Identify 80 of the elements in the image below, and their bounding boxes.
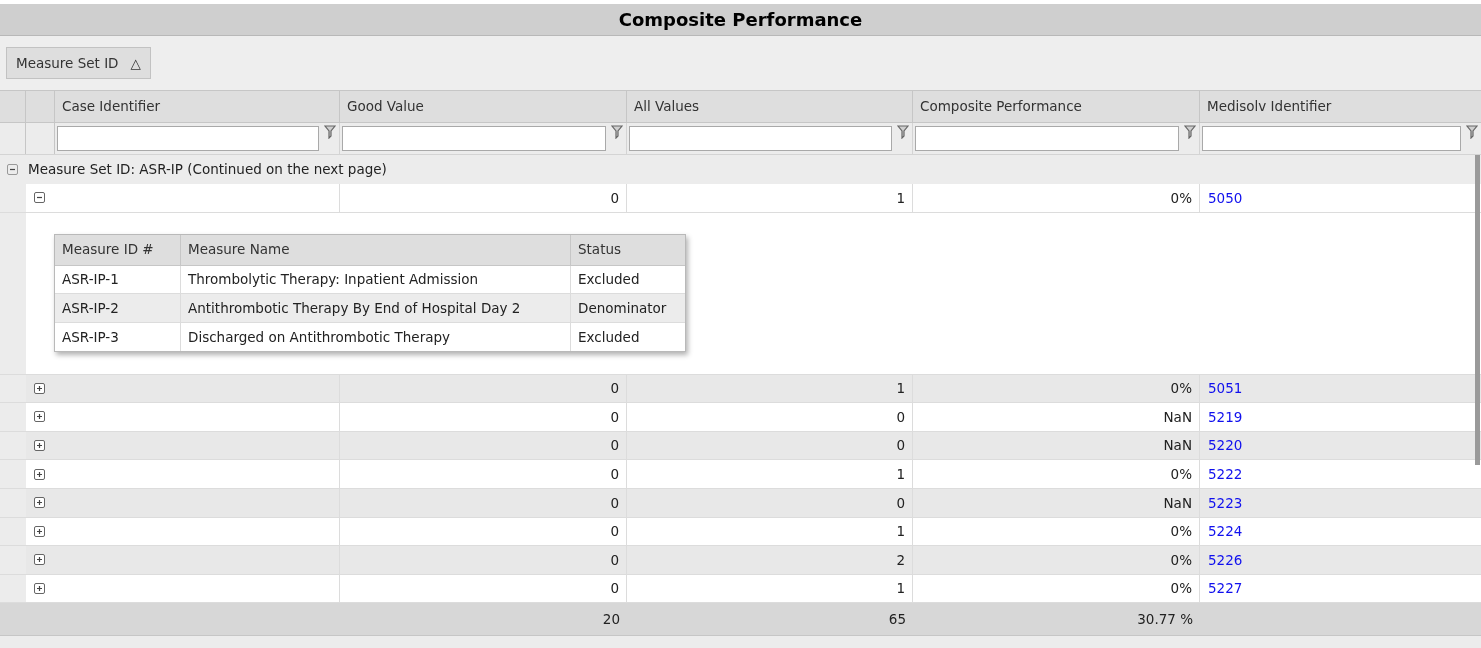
table-cell-text: Thrombolytic Therapy: Inpatient Admission: [188, 270, 479, 290]
column-header[interactable]: All Values: [634, 96, 700, 117]
identifier-link[interactable]: 5227: [1208, 578, 1243, 599]
table-cell-text: 0: [610, 465, 619, 485]
identifier-link[interactable]: 5223: [1208, 492, 1243, 513]
table-cell-text: 0: [610, 493, 619, 513]
total-cell-text: 20: [602, 610, 620, 630]
total-cell-text: 65: [888, 610, 906, 630]
filter-field[interactable]: [57, 126, 319, 151]
table-cell-text: 0%: [1170, 522, 1192, 542]
group-row-label: Measure Set ID: ASR-IP (Continued on the next page): [28, 160, 387, 180]
table-cell-text: 1: [896, 465, 905, 485]
table-cell-text: NaN: [1163, 493, 1192, 513]
column-header: Measure ID #: [62, 240, 154, 260]
collapse-icon[interactable]: [34, 192, 45, 204]
collapse-icon[interactable]: [7, 164, 18, 175]
table-cell-text: 0: [610, 188, 619, 208]
expand-icon[interactable]: [34, 497, 45, 509]
identifier-link[interactable]: 5050: [1208, 187, 1243, 208]
filter-field[interactable]: [342, 126, 606, 151]
table-cell-text: 0: [610, 550, 619, 570]
table-cell-text: 0%: [1170, 550, 1192, 570]
filter-icon[interactable]: [324, 125, 336, 139]
table-cell-text: 0: [610, 407, 619, 427]
table-cell-text: Excluded: [578, 327, 640, 347]
identifier-link[interactable]: 5219: [1208, 406, 1243, 428]
table-cell-text: ASR-IP-3: [62, 327, 119, 347]
identifier-link[interactable]: 5226: [1208, 549, 1243, 571]
table-cell-text: Excluded: [578, 270, 640, 290]
table-cell-text: ASR-IP-2: [62, 298, 119, 318]
identifier-link[interactable]: 5220: [1208, 435, 1243, 456]
table-cell-text: 0%: [1170, 188, 1192, 208]
filter-icon[interactable]: [611, 125, 623, 139]
column-header[interactable]: Medisolv Identifier: [1207, 96, 1332, 117]
table-cell-text: 0: [610, 379, 619, 399]
table-cell-text: 0: [896, 493, 905, 513]
table-cell-text: ASR-IP-1: [62, 270, 119, 290]
expand-icon[interactable]: [34, 583, 45, 595]
column-header[interactable]: Case Identifier: [62, 96, 161, 117]
table-cell-text: Discharged on Antithrombotic Therapy: [188, 327, 450, 347]
table-cell-text: 2: [896, 550, 905, 570]
group-by-button[interactable]: Measure Set ID △: [6, 47, 151, 79]
table-cell-text: Denominator: [578, 298, 667, 318]
filter-icon[interactable]: [1466, 125, 1478, 139]
identifier-link[interactable]: 5051: [1208, 378, 1243, 399]
table-cell-text: 0: [610, 579, 619, 599]
table-cell-text: 0%: [1170, 379, 1192, 399]
table-cell-text: 1: [896, 188, 905, 208]
column-header[interactable]: Composite Performance: [920, 96, 1082, 117]
table-cell-text: NaN: [1163, 436, 1192, 456]
filter-field[interactable]: [1202, 126, 1461, 151]
filter-field[interactable]: [629, 126, 892, 151]
table-cell-text: 0%: [1170, 579, 1192, 599]
column-header: Measure Name: [188, 240, 290, 260]
column-header[interactable]: Good Value: [347, 96, 424, 117]
filter-icon[interactable]: [1184, 125, 1196, 139]
identifier-link[interactable]: 5222: [1208, 464, 1243, 485]
expand-icon[interactable]: [34, 468, 45, 480]
total-cell-text: 30.77 %: [1137, 610, 1193, 630]
expand-icon[interactable]: [34, 525, 45, 537]
table-cell-text: Antithrombotic Therapy By End of Hospital Day 2: [188, 298, 521, 318]
expand-icon[interactable]: [34, 382, 45, 394]
expand-icon[interactable]: [34, 440, 45, 452]
table-cell-text: 1: [896, 522, 905, 542]
table-cell-text: 1: [896, 379, 905, 399]
filter-field[interactable]: [915, 126, 1179, 151]
table-cell-text: 0%: [1170, 465, 1192, 485]
panel-title: Composite Performance: [618, 8, 863, 32]
expand-icon[interactable]: [34, 554, 45, 566]
column-header: Status: [578, 240, 622, 260]
table-cell-text: NaN: [1163, 407, 1192, 427]
scrollbar-thumb[interactable]: [1475, 155, 1480, 465]
expand-icon[interactable]: [34, 411, 45, 423]
table-cell-text: 0: [610, 436, 619, 456]
table-cell-text: 0: [896, 436, 905, 456]
filter-icon[interactable]: [897, 125, 909, 139]
table-cell-text: 0: [610, 522, 619, 542]
table-cell-text: 0: [896, 407, 905, 427]
table-cell-text: 1: [896, 579, 905, 599]
identifier-link[interactable]: 5224: [1208, 521, 1243, 542]
